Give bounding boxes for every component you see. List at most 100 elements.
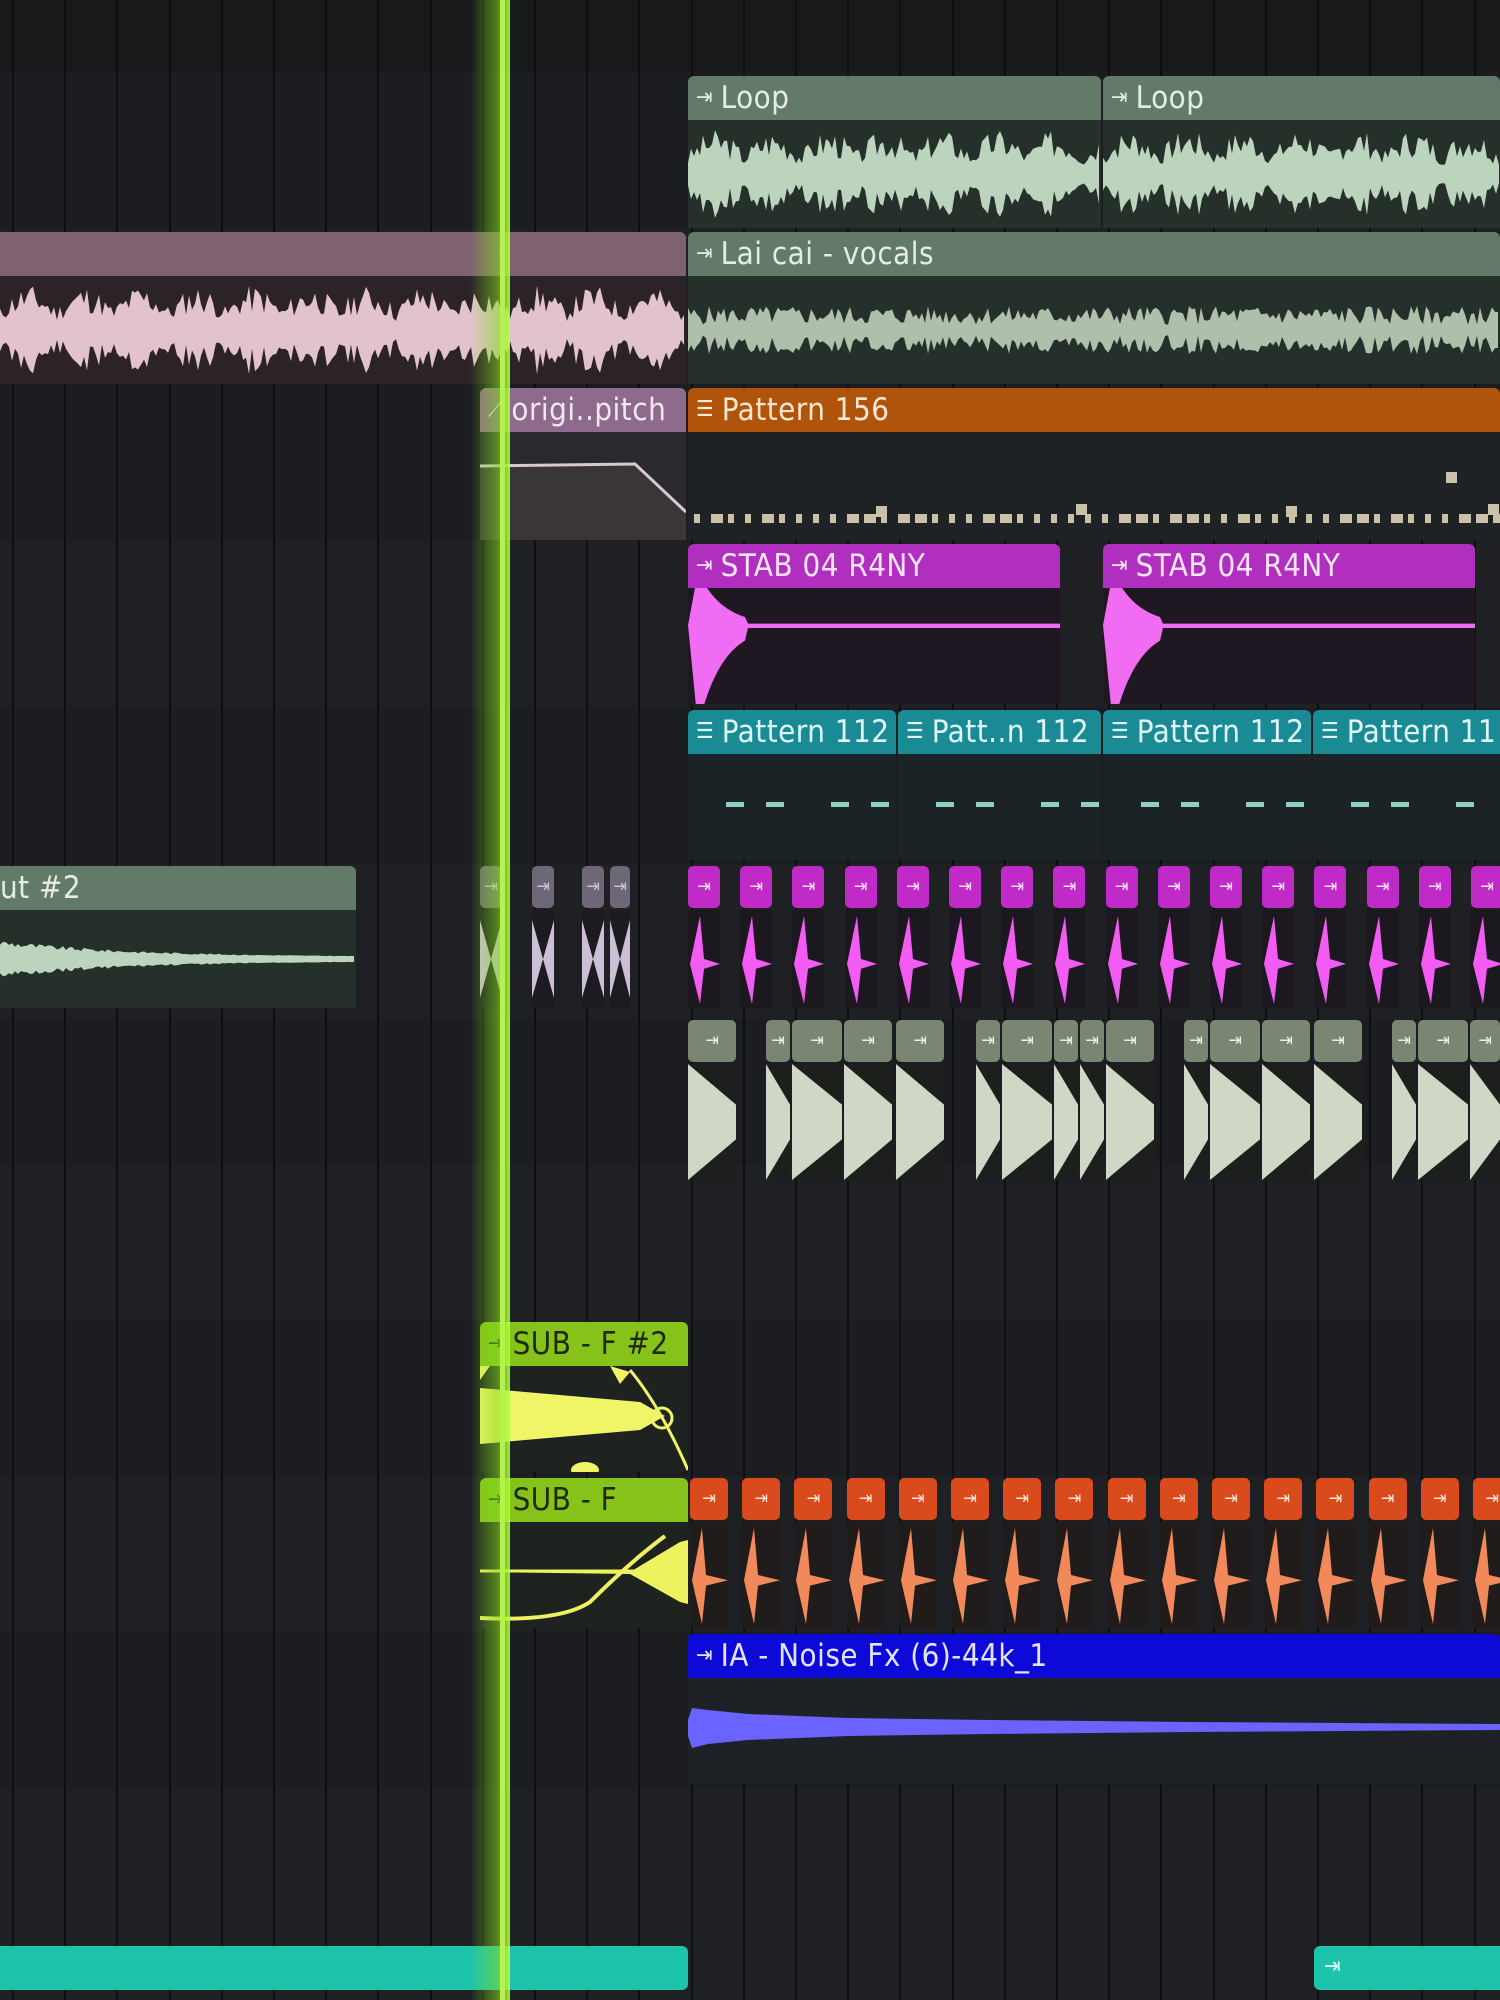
clip-magenta-hit[interactable]: ⇥ [1366, 866, 1399, 1008]
audio-clip-icon: ⇥ [696, 553, 713, 578]
clip-orange-hit[interactable]: ⇥ [1473, 1478, 1500, 1628]
clip-magenta-hit[interactable]: ⇥ [1262, 866, 1295, 1008]
clip-vocals-previous[interactable] [0, 232, 686, 384]
clip-pattern-112-b[interactable]: ☰ Patt..n 112 [898, 710, 1101, 860]
clip-stab-1[interactable]: ⇥ STAB 04 R4NY [688, 544, 1060, 704]
clip-stab-2[interactable]: ⇥ STAB 04 R4NY [1103, 544, 1475, 704]
playhead[interactable] [500, 0, 505, 2000]
clip-magenta-hit[interactable]: ⇥ [1314, 866, 1347, 1008]
audio-clip-icon: ⇥ [582, 866, 604, 908]
clip-magenta-hit[interactable]: ⇥ [1210, 866, 1242, 1008]
audio-clip-icon: ⇥ [1473, 1478, 1500, 1520]
audio-waveform [1370, 1528, 1407, 1624]
clip-pattern-112-c[interactable]: ☰ Pattern 112 [1103, 710, 1311, 860]
clip-magenta-hit[interactable]: ⇥ [1157, 866, 1190, 1008]
audio-clip-icon: ⇥ [1106, 1020, 1154, 1062]
audio-waveform [690, 916, 720, 1004]
clip-block-hit[interactable]: ⇥ [766, 1020, 790, 1180]
audio-waveform [900, 1528, 937, 1624]
clip-label: SUB - F #2 [512, 1326, 669, 1362]
audio-clip-icon: ⇥ [1157, 866, 1190, 908]
playlist-area[interactable]: ⇥ Loop ⇥ Loop ⇥ Lai cai - vocals origi..… [0, 0, 1500, 2000]
clip-block-hit[interactable]: ⇥ [976, 1020, 1000, 1180]
clip-block-hit[interactable]: ⇥ [1314, 1020, 1362, 1180]
clip-magenta-hit[interactable]: ⇥ [949, 866, 981, 1008]
pattern-notes [1141, 802, 1304, 807]
audio-clip-icon: ⇥ [1324, 1954, 1341, 1979]
clip-block-hit[interactable]: ⇥ [688, 1020, 736, 1180]
audio-waveform [0, 285, 684, 375]
audio-clip-icon: ⇥ [1368, 1478, 1407, 1520]
clip-block-hit[interactable]: ⇥ [1080, 1020, 1104, 1180]
clip-block-hit[interactable]: ⇥ [1392, 1020, 1416, 1180]
clip-label: Pattern 112 [721, 714, 890, 750]
clip-orange-hit[interactable]: ⇥ [794, 1478, 833, 1628]
clip-ghost-hit[interactable]: ⇥ [582, 866, 604, 1008]
clip-orange-hit[interactable]: ⇥ [1159, 1478, 1198, 1628]
audio-clip-icon: ⇥ [1314, 1020, 1362, 1062]
clip-magenta-hit[interactable]: ⇥ [844, 866, 877, 1008]
clip-block-hit[interactable]: ⇥ [1054, 1020, 1078, 1180]
clip-block-hit[interactable]: ⇥ [1002, 1020, 1052, 1180]
clip-loop-1[interactable]: ⇥ Loop [688, 76, 1101, 228]
clip-magenta-hit[interactable]: ⇥ [1105, 866, 1138, 1008]
clip-block-hit[interactable]: ⇥ [896, 1020, 944, 1180]
clip-pattern-112-a[interactable]: ☰ Pattern 112 [688, 710, 896, 860]
audio-waveform [688, 588, 1060, 704]
clip-noise-fx[interactable]: ⇥ IA - Noise Fx (6)-44k_1 [688, 1634, 1500, 1784]
clip-orange-hit[interactable]: ⇥ [742, 1478, 781, 1628]
clip-magenta-hit[interactable]: ⇥ [896, 866, 929, 1008]
clip-block-hit[interactable]: ⇥ [1210, 1020, 1260, 1180]
clip-block-hit[interactable]: ⇥ [844, 1020, 892, 1180]
audio-waveform [1392, 1064, 1416, 1180]
clip-magenta-hit[interactable]: ⇥ [740, 866, 773, 1008]
clip-orange-hit[interactable]: ⇥ [1055, 1478, 1094, 1628]
audio-waveform [1210, 1064, 1260, 1180]
clip-magenta-hit[interactable]: ⇥ [1418, 866, 1451, 1008]
clip-pattern-112-d[interactable]: ☰ Pattern 11 [1313, 710, 1500, 860]
clip-block-hit[interactable]: ⇥ [1262, 1020, 1310, 1180]
clip-magenta-hit[interactable]: ⇥ [792, 866, 825, 1008]
clip-block-hit[interactable]: ⇥ [1470, 1020, 1500, 1180]
audio-clip-icon: ⇥ [1262, 1020, 1310, 1062]
clip-ghost-hit[interactable]: ⇥ [610, 866, 630, 1008]
audio-waveform [792, 1064, 842, 1180]
clip-orange-hit[interactable]: ⇥ [1264, 1478, 1303, 1628]
audio-waveform [1420, 916, 1451, 1004]
clip-magenta-hit[interactable]: ⇥ [1471, 866, 1500, 1008]
clip-block-hit[interactable]: ⇥ [1184, 1020, 1208, 1180]
clip-orange-hit[interactable]: ⇥ [1003, 1478, 1042, 1628]
clip-magenta-hit[interactable]: ⇥ [1001, 866, 1034, 1008]
clip-automation[interactable]: ⟋ origi..pitch [480, 388, 686, 540]
clip-label: STAB 04 R4NY [720, 548, 926, 584]
clip-loop-2[interactable]: ⇥ Loop [1103, 76, 1500, 228]
pattern-notes [1351, 802, 1474, 807]
clip-block-hit[interactable]: ⇥ [792, 1020, 842, 1180]
clip-orange-hit[interactable]: ⇥ [1316, 1478, 1355, 1628]
clip-block-hit[interactable]: ⇥ [1106, 1020, 1154, 1180]
clip-orange-hit[interactable]: ⇥ [1212, 1478, 1250, 1628]
clip-orange-hit[interactable]: ⇥ [898, 1478, 937, 1628]
clip-bottom-left[interactable] [0, 1946, 688, 1990]
clip-magenta-hit[interactable]: ⇥ [1053, 866, 1086, 1008]
clip-sub-f[interactable]: ⇥ SUB - F [480, 1478, 688, 1628]
clip-block-hit[interactable]: ⇥ [1418, 1020, 1468, 1180]
clip-pattern-156[interactable]: ☰ Pattern 156 [688, 388, 1500, 540]
clip-sub-f-2[interactable]: ⇥ SUB - F #2 [480, 1322, 688, 1472]
clip-magenta-hit[interactable]: ⇥ [688, 866, 720, 1008]
audio-waveform [796, 1528, 833, 1624]
clip-vocals[interactable]: ⇥ Lai cai - vocals [688, 232, 1500, 384]
clip-ghost-hit[interactable]: ⇥ [532, 866, 554, 1008]
clip-orange-hit[interactable]: ⇥ [951, 1478, 989, 1628]
clip-orange-hit[interactable]: ⇥ [1368, 1478, 1407, 1628]
clip-orange-hit[interactable]: ⇥ [690, 1478, 728, 1628]
clip-bottom-right[interactable]: ⇥ [1314, 1946, 1500, 1990]
audio-clip-icon: ⇥ [1420, 1478, 1459, 1520]
clip-orange-hit[interactable]: ⇥ [846, 1478, 885, 1628]
clip-orange-hit[interactable]: ⇥ [1107, 1478, 1146, 1628]
audio-waveform [846, 916, 877, 1004]
pattern-clip-icon: ☰ [1111, 719, 1129, 744]
clip-orange-hit[interactable]: ⇥ [1420, 1478, 1459, 1628]
clip-cut-2[interactable]: ut #2 [0, 866, 356, 1008]
audio-waveform [744, 1528, 781, 1624]
